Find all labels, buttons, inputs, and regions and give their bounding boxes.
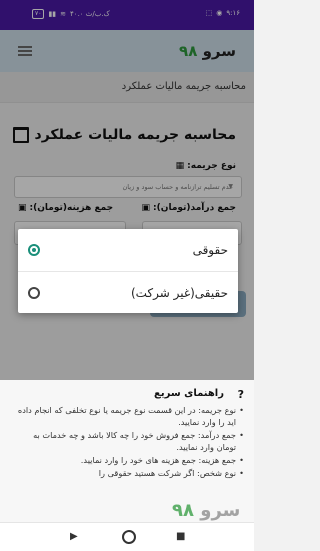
guide-list: نوع جریمه: در این قسمت نوع جریمه یا نوع … [14, 404, 244, 480]
option-natural[interactable]: حقیقی(غیر شرکت) [18, 271, 238, 314]
help-icon: ? [237, 388, 244, 401]
back-icon[interactable]: ▶ [70, 531, 78, 542]
option-natural-label: حقیقی(غیر شرکت) [130, 286, 228, 300]
radio-unselected-icon[interactable] [28, 287, 40, 299]
floating-logo-word: سرو [200, 500, 241, 521]
list-item: نوع جریمه: در این قسمت نوع جریمه یا نوع … [14, 404, 244, 428]
list-item: جمع درآمد: جمع فروش خود را چه کالا باشد … [14, 429, 244, 453]
option-legal[interactable]: حقوقی [18, 229, 238, 271]
option-legal-label: حقوقی [192, 243, 228, 257]
floating-logo[interactable]: سرو ۹۸ [172, 500, 240, 521]
guide-title: راهنمای سریع [154, 388, 224, 399]
person-type-dialog: حقوقی حقیقی(غیر شرکت) [18, 229, 238, 313]
recents-icon[interactable]: ■ [176, 531, 185, 542]
list-item: نوع شخص: اگر شرکت هستید حقوقی را [14, 467, 244, 479]
floating-logo-number: ۹۸ [172, 500, 194, 521]
system-nav-bar: ▶ ■ [0, 522, 254, 551]
radio-selected-icon[interactable] [28, 244, 40, 256]
list-item: جمع هزینه: جمع هزینه های خود را وارد نما… [14, 454, 244, 466]
home-icon[interactable] [122, 530, 136, 544]
